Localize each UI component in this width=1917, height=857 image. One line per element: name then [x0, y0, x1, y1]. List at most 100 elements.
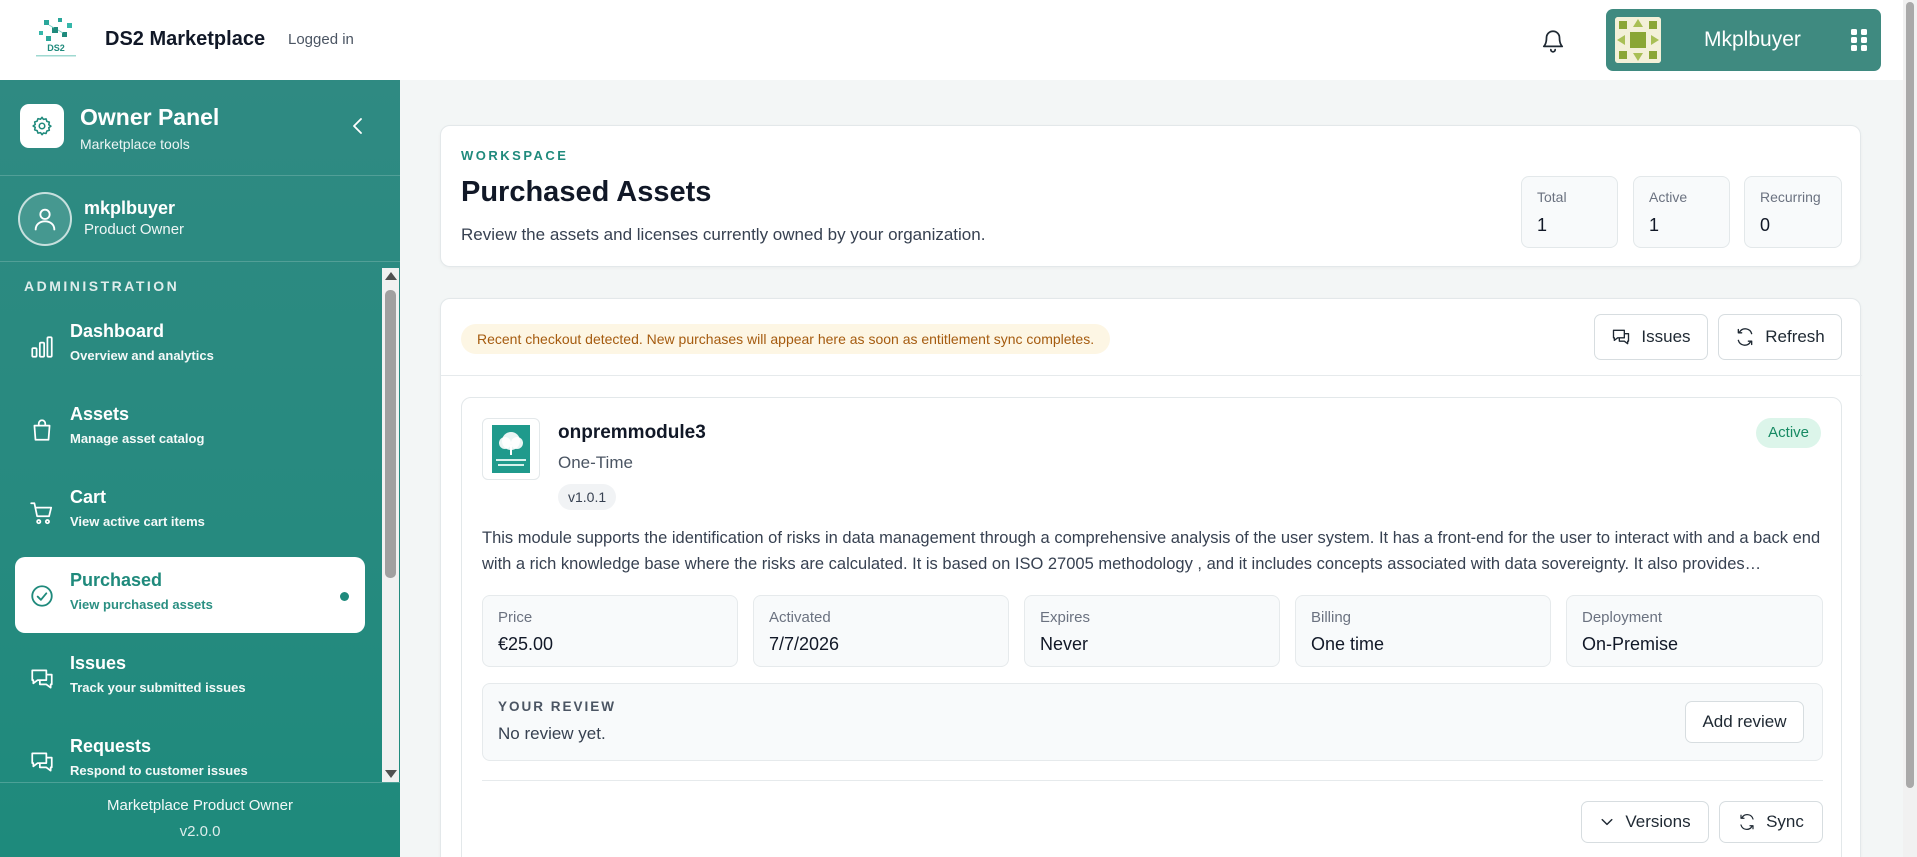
meta-label: Activated — [769, 609, 831, 626]
meta-deployment: Deployment On-Premise — [1566, 595, 1823, 667]
sidebar-item-issues[interactable]: Issues Track your submitted issues — [15, 640, 365, 716]
sidebar-item-subtitle: Overview and analytics — [70, 348, 214, 363]
page-scrollbar[interactable] — [1903, 0, 1917, 857]
meta-value: 7/7/2026 — [769, 634, 840, 654]
issues-button[interactable]: Issues — [1594, 314, 1708, 360]
ds2-logo-icon[interactable]: DS2 — [30, 18, 82, 60]
stat-total: Total 1 — [1521, 176, 1618, 248]
logo-text: DS2 — [47, 43, 65, 53]
sidebar-item-title: Issues — [70, 653, 127, 673]
sidebar-footer: Marketplace Product Owner v2.0.0 — [0, 782, 400, 857]
sidebar-item-subtitle: View purchased assets — [70, 597, 213, 612]
shopping-bag-icon — [33, 419, 51, 441]
login-status: Logged in — [288, 31, 354, 48]
chevron-left-icon[interactable] — [348, 116, 368, 136]
chevron-down-icon — [1601, 818, 1613, 826]
meta-label: Price — [498, 609, 533, 626]
panel-header: Owner Panel Marketplace tools — [0, 80, 400, 176]
section-label: ADMINISTRATION — [24, 278, 180, 294]
page-scrollbar-thumb[interactable] — [1906, 2, 1914, 788]
refresh-button-label: Refresh — [1765, 327, 1825, 346]
chat-bubbles-icon — [31, 752, 53, 772]
user-menu-button[interactable]: Mkplbuyer — [1606, 9, 1881, 71]
sidebar-scrollbar-thumb[interactable] — [385, 290, 396, 578]
refresh-button[interactable]: Refresh — [1718, 314, 1842, 360]
divider — [482, 780, 1823, 781]
user-avatar — [1615, 17, 1661, 63]
issues-button-label: Issues — [1641, 327, 1691, 346]
stat-label: Active — [1649, 189, 1688, 205]
stat-recurring: Recurring 0 — [1744, 176, 1842, 248]
sidebar-item-requests[interactable]: Requests Respond to customer issues — [15, 723, 365, 782]
sidebar-item-purchased[interactable]: Purchased View purchased assets — [15, 557, 365, 633]
workspace-header-card: WORKSPACE Purchased Assets Review the as… — [440, 125, 1861, 267]
panel-subtitle: Marketplace tools — [80, 136, 190, 152]
refresh-icon — [1737, 328, 1753, 346]
meta-billing: Billing One time — [1295, 595, 1551, 667]
sidebar-nav: ADMINISTRATION Dashboard Overview and an… — [0, 262, 400, 782]
checkout-notice: Recent checkout detected. New purchases … — [461, 324, 1111, 354]
versions-button-label: Versions — [1625, 812, 1691, 831]
review-section: YOUR REVIEW No review yet. Add review — [482, 683, 1823, 761]
meta-activated: Activated 7/7/2026 — [753, 595, 1009, 667]
user-name: Mkplbuyer — [1704, 28, 1801, 51]
meta-label: Expires — [1040, 609, 1091, 626]
meta-label: Billing — [1311, 609, 1352, 626]
sidebar-item-assets[interactable]: Assets Manage asset catalog — [15, 391, 365, 467]
divider — [441, 375, 1862, 376]
page-description: Review the assets and licenses currently… — [461, 225, 986, 244]
sync-button-label: Sync — [1766, 812, 1804, 831]
sidebar-item-subtitle: Respond to customer issues — [70, 763, 248, 778]
footer-version: v2.0.0 — [179, 823, 221, 840]
eyebrow-label: WORKSPACE — [461, 148, 569, 163]
meta-value: Never — [1040, 634, 1089, 654]
sync-button[interactable]: Sync — [1719, 801, 1823, 843]
refresh-icon — [1740, 814, 1754, 830]
chart-bars-icon — [31, 336, 53, 358]
review-value: No review yet. — [498, 724, 606, 743]
sidebar-item-subtitle: Track your submitted issues — [70, 680, 246, 695]
meta-value: One time — [1311, 634, 1385, 654]
user-icon — [18, 192, 72, 246]
meta-value: On-Premise — [1582, 634, 1679, 654]
chat-bubbles-icon — [31, 669, 53, 689]
stat-label: Total — [1537, 189, 1567, 205]
sidebar-item-dashboard[interactable]: Dashboard Overview and analytics — [15, 308, 365, 384]
gear-icon — [20, 104, 64, 148]
sidebar-item-title: Purchased — [70, 570, 163, 590]
sidebar: Owner Panel Marketplace tools mkplbuyer … — [0, 80, 400, 857]
scroll-up-arrow-icon[interactable] — [385, 272, 397, 280]
stat-value: 1 — [1649, 215, 1660, 235]
panel-title: Owner Panel — [80, 104, 220, 130]
sidebar-item-subtitle: Manage asset catalog — [70, 431, 205, 446]
app-title: DS2 Marketplace — [105, 28, 266, 50]
stat-active: Active 1 — [1633, 176, 1730, 248]
scroll-down-arrow-icon[interactable] — [385, 770, 397, 778]
apps-grid-icon[interactable] — [1850, 28, 1868, 52]
top-bar: DS2 DS2 Marketplace Logged in Mkplbuyer — [0, 0, 1903, 80]
sidebar-item-title: Cart — [70, 487, 107, 507]
add-review-button[interactable]: Add review — [1685, 701, 1804, 743]
profile-name: mkplbuyer — [84, 198, 176, 218]
active-indicator — [340, 592, 349, 601]
purchased-list-card: Recent checkout detected. New purchases … — [440, 298, 1862, 857]
asset-card: onpremmodule3 One-Time v1.0.1 Active Thi… — [461, 397, 1842, 857]
sidebar-item-cart[interactable]: Cart View active cart items — [15, 474, 365, 550]
asset-type: One-Time — [558, 453, 633, 472]
bell-icon[interactable] — [1540, 28, 1566, 54]
sidebar-scrollbar[interactable] — [382, 268, 399, 782]
status-badge: Active — [1756, 418, 1821, 448]
profile-card: mkplbuyer Product Owner — [0, 176, 400, 262]
asset-name[interactable]: onpremmodule3 — [558, 422, 706, 444]
stat-label: Recurring — [1760, 189, 1821, 205]
sidebar-item-title: Dashboard — [70, 321, 165, 341]
stat-value: 1 — [1537, 215, 1548, 235]
asset-thumbnail[interactable] — [482, 418, 540, 480]
meta-label: Deployment — [1582, 609, 1663, 626]
version-badge: v1.0.1 — [558, 484, 617, 510]
versions-button[interactable]: Versions — [1581, 801, 1709, 843]
check-circle-icon — [31, 585, 53, 607]
profile-role: Product Owner — [84, 221, 185, 238]
meta-value: €25.00 — [498, 634, 554, 654]
cart-icon — [30, 502, 53, 525]
